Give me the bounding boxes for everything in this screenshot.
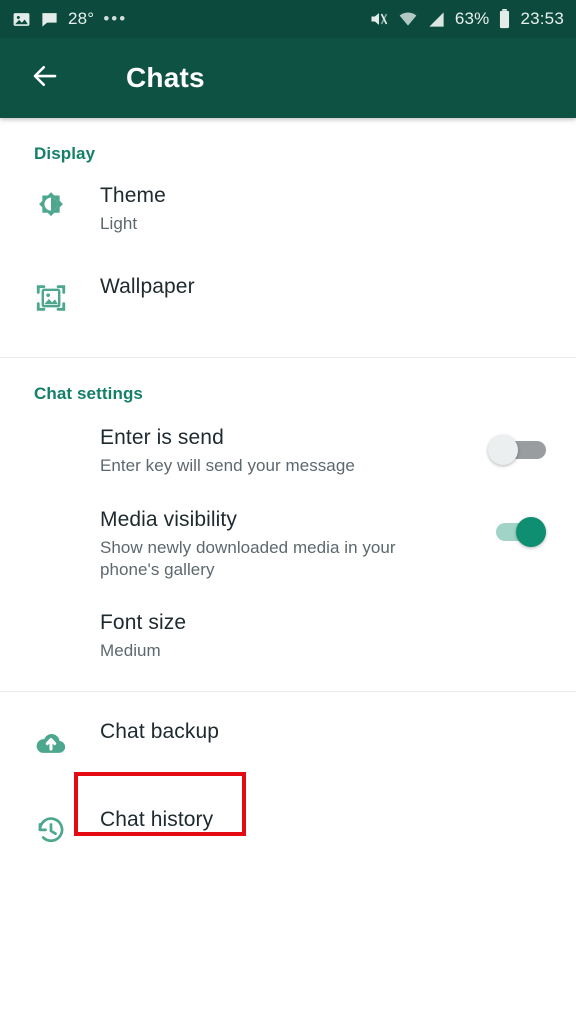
temperature-label: 28° — [68, 9, 95, 28]
settings-row-body: Enter is send Enter key will send your m… — [28, 424, 488, 477]
toggle-knob — [516, 516, 546, 547]
settings-row-wallpaper[interactable]: Wallpaper — [0, 249, 576, 343]
app-bar: Chats — [0, 38, 576, 118]
row-subtitle-theme: Light — [100, 213, 138, 233]
settings-row-body: Chat history — [74, 806, 552, 834]
settings-row-body: Font size Medium — [28, 609, 552, 662]
status-bar-right: 63% 23:53 — [369, 9, 564, 29]
toggle-media-visibility[interactable] — [488, 512, 552, 552]
settings-row-enter-is-send[interactable]: Enter is send Enter key will send your m… — [0, 408, 576, 487]
phone-screen: 28° ••• 63% 23:53 Chats Display Theme Li… — [0, 0, 576, 1024]
chat-bubble-icon — [40, 10, 59, 29]
row-subtitle-enter-is-send: Enter key will send your message — [100, 456, 355, 476]
status-bar-left: 28° ••• — [12, 9, 136, 29]
settings-row-media-visibility[interactable]: Media visibility Show newly downloaded m… — [0, 488, 576, 592]
wifi-icon — [398, 9, 418, 29]
battery-icon — [498, 9, 511, 29]
row-subtitle-media-visibility: Show newly downloaded media in your phon… — [100, 537, 396, 579]
back-arrow-icon — [30, 61, 60, 96]
settings-row-font-size[interactable]: Font size Medium — [0, 591, 576, 678]
mute-icon — [369, 9, 389, 29]
row-title-chat-history: Chat history — [100, 807, 214, 831]
page-title: Chats — [126, 62, 205, 93]
row-title-media-visibility: Media visibility — [100, 507, 237, 531]
settings-row-body: Chat backup — [74, 718, 552, 746]
settings-row-body: Theme Light — [74, 182, 552, 235]
settings-row-chat-backup[interactable]: Chat backup — [0, 692, 576, 786]
signal-icon — [427, 10, 446, 29]
row-title-wallpaper: Wallpaper — [100, 275, 195, 299]
status-overflow-icon: ••• — [103, 9, 128, 28]
toggle-enter-is-send[interactable] — [488, 430, 552, 470]
row-title-theme: Theme — [100, 184, 166, 207]
settings-list: Display Theme Light Wallpaper Chat setti… — [0, 118, 576, 874]
row-title-enter-is-send: Enter is send — [100, 426, 224, 450]
status-bar: 28° ••• 63% 23:53 — [0, 0, 576, 38]
row-title-chat-backup: Chat backup — [100, 719, 220, 743]
clock-label: 23:53 — [520, 9, 564, 28]
row-title-font-size: Font size — [100, 611, 187, 635]
history-icon — [28, 808, 74, 854]
wallpaper-icon — [28, 275, 74, 321]
settings-row-body: Media visibility Show newly downloaded m… — [28, 506, 488, 582]
back-button[interactable] — [22, 55, 68, 101]
cloud-upload-icon — [28, 720, 74, 766]
section-header-chat-settings: Chat settings — [34, 384, 143, 404]
image-icon — [12, 10, 31, 29]
section-header-display: Display — [34, 144, 96, 163]
toggle-knob — [488, 435, 518, 466]
settings-row-body: Wallpaper — [74, 273, 552, 301]
battery-percent-label: 63% — [454, 9, 490, 28]
row-subtitle-font-size: Medium — [100, 641, 161, 661]
settings-row-theme[interactable]: Theme Light — [0, 168, 576, 249]
settings-row-chat-history[interactable]: Chat history — [0, 786, 576, 874]
brightness-icon — [28, 184, 74, 230]
